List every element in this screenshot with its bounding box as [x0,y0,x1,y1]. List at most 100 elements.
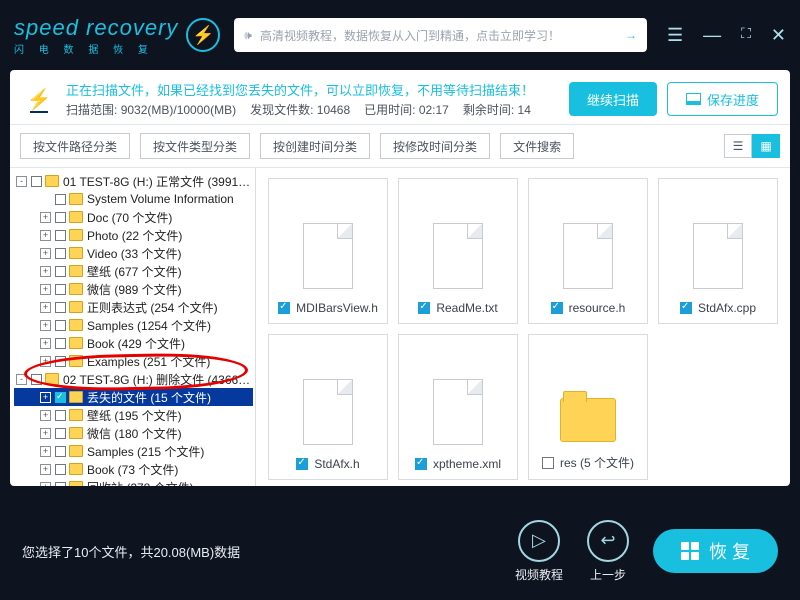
tree-item[interactable]: +壁纸 (677 个文件) [14,262,253,280]
file-icon [303,223,353,289]
expand-icon[interactable]: + [40,302,51,313]
play-icon: ▷ [518,520,560,562]
file-checkbox[interactable] [542,457,554,469]
tree-item[interactable]: +丢失的文件 (15 个文件) [14,388,253,406]
tree-item[interactable]: +微信 (989 个文件) [14,280,253,298]
tree-checkbox[interactable] [55,248,66,259]
tree-item[interactable]: +Samples (1254 个文件) [14,316,253,334]
tree-checkbox[interactable] [31,176,42,187]
tree-item[interactable]: +Photo (22 个文件) [14,226,253,244]
tree-checkbox[interactable] [55,428,66,439]
tree-item[interactable]: +Examples (251 个文件) [14,352,253,370]
tab-by-modify-time[interactable]: 按修改时间分类 [380,133,490,159]
file-card[interactable]: res (5 个文件) [528,334,648,480]
tree-checkbox[interactable] [55,392,66,403]
video-tutorial-button[interactable]: ▷ 视频教程 [515,520,563,583]
recover-button[interactable]: 恢 复 [653,529,778,573]
expand-icon[interactable]: + [40,248,51,259]
expand-icon[interactable]: + [40,428,51,439]
tree-item[interactable]: System Volume Information [14,190,253,208]
expand-icon[interactable]: + [40,266,51,277]
file-name: ReadMe.txt [436,301,497,315]
previous-step-button[interactable]: ↩ 上一步 [587,520,629,583]
tree-checkbox[interactable] [55,338,66,349]
tree-item[interactable]: -02 TEST-8G (H:) 删除文件 (4366… [14,370,253,388]
tree-checkbox[interactable] [55,482,66,487]
expand-icon[interactable]: + [40,320,51,331]
tree-item-label: 壁纸 (195 个文件) [87,407,182,424]
menu-icon[interactable]: ☰ [667,25,683,46]
save-progress-button[interactable]: 保存进度 [667,82,778,116]
tree-checkbox[interactable] [55,194,66,205]
tree-item[interactable]: +Doc (70 个文件) [14,208,253,226]
tree-checkbox[interactable] [55,464,66,475]
file-card[interactable]: MDIBarsView.h [268,178,388,324]
expand-icon[interactable]: + [40,482,51,487]
tree-item[interactable]: + Video (33 个文件) [14,244,253,262]
folder-icon [560,398,616,442]
file-card[interactable]: ReadMe.txt [398,178,518,324]
folder-icon [45,373,59,385]
expand-icon[interactable]: + [40,338,51,349]
tree-item[interactable]: + 壁纸 (195 个文件) [14,406,253,424]
tree-checkbox[interactable] [55,284,66,295]
tree-checkbox[interactable] [55,356,66,367]
view-grid-button[interactable]: ▦ [752,134,780,158]
tab-by-create-time[interactable]: 按创建时间分类 [260,133,370,159]
tree-item[interactable]: +微信 (180 个文件) [14,424,253,442]
close-button[interactable]: ✕ [771,25,786,46]
file-checkbox[interactable] [296,458,308,470]
tree-checkbox[interactable] [31,374,42,385]
tree-checkbox[interactable] [55,266,66,277]
expand-icon[interactable]: + [40,284,51,295]
expand-icon[interactable]: + [40,230,51,241]
tree-checkbox[interactable] [55,230,66,241]
file-checkbox[interactable] [415,458,427,470]
tree-item[interactable]: +Samples (215 个文件) [14,442,253,460]
tab-by-path[interactable]: 按文件路径分类 [20,133,130,159]
tree-item[interactable]: - 01 TEST-8G (H:) 正常文件 (3991… [14,172,253,190]
expand-icon[interactable]: + [40,212,51,223]
maximize-button[interactable]: ⛶ [741,25,751,46]
file-icon [303,379,353,445]
file-name: StdAfx.h [314,457,359,471]
file-name: resource.h [569,301,626,315]
tree-item-label: Video (33 个文件) [87,245,181,262]
expand-icon[interactable]: - [16,374,27,385]
file-checkbox[interactable] [418,302,430,314]
expand-icon[interactable]: + [40,392,51,403]
file-checkbox[interactable] [551,302,563,314]
tab-by-type[interactable]: 按文件类型分类 [140,133,250,159]
tree-item-label: 01 TEST-8G (H:) 正常文件 (3991… [63,173,250,190]
expand-icon[interactable]: + [40,446,51,457]
file-label-row: resource.h [551,301,626,315]
tree-item[interactable]: +正则表达式 (254 个文件) [14,298,253,316]
file-checkbox[interactable] [278,302,290,314]
expand-icon[interactable]: + [40,464,51,475]
tree-item[interactable]: +回收站 (278 个文件) [14,478,253,486]
tree-item[interactable]: +Book (429 个文件) [14,334,253,352]
expand-icon[interactable]: + [40,356,51,367]
main-panel: ⚡ 正在扫描文件，如果已经找到您丢失的文件，可以立即恢复，不用等待扫描结束！ 扫… [10,70,790,486]
expand-icon[interactable]: - [16,176,27,187]
tree-checkbox[interactable] [55,302,66,313]
continue-scan-button[interactable]: 继续扫描 [569,82,657,116]
file-card[interactable]: StdAfx.h [268,334,388,480]
tree-checkbox[interactable] [55,320,66,331]
tree-checkbox[interactable] [55,410,66,421]
folder-tree[interactable]: - 01 TEST-8G (H:) 正常文件 (3991…System Volum… [10,168,256,486]
file-card[interactable]: resource.h [528,178,648,324]
tutorial-banner[interactable]: 🕪 高清视频教程，数据恢复从入门到精通，点击立即学习！ → [234,18,647,52]
content-area: - 01 TEST-8G (H:) 正常文件 (3991…System Volum… [10,168,790,486]
file-card[interactable]: StdAfx.cpp [658,178,778,324]
tree-checkbox[interactable] [55,446,66,457]
expand-icon[interactable]: + [40,410,51,421]
minimize-button[interactable]: — [703,25,721,46]
tree-checkbox[interactable] [55,212,66,223]
brand-sub: 闪 电 数 据 恢 复 [14,41,178,56]
view-list-button[interactable]: ☰ [724,134,752,158]
tab-file-search[interactable]: 文件搜索 [500,133,574,159]
tree-item[interactable]: +Book (73 个文件) [14,460,253,478]
file-checkbox[interactable] [680,302,692,314]
file-card[interactable]: xptheme.xml [398,334,518,480]
